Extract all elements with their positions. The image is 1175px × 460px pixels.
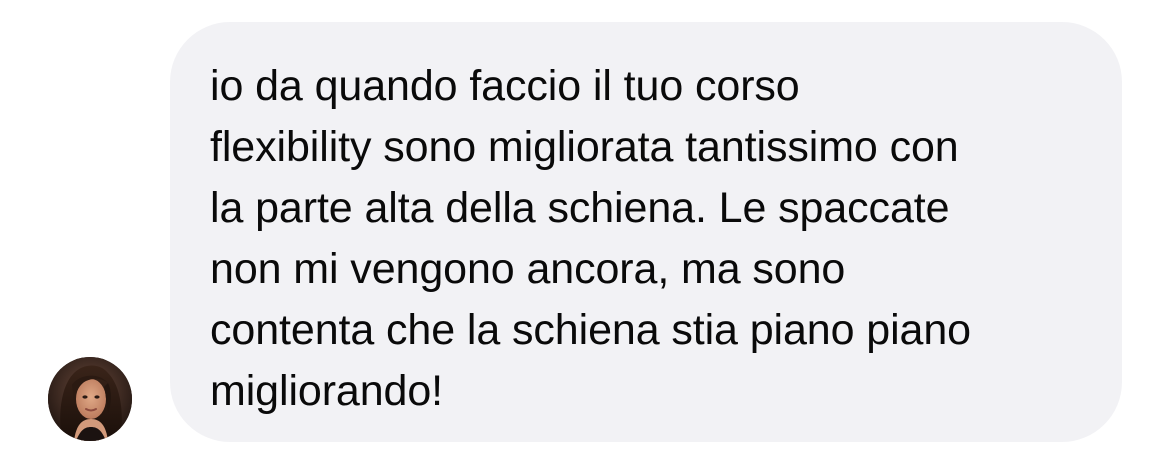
message-text: io da quando faccio il tuo corso flexibi… [210,62,971,415]
message-row: io da quando faccio il tuo corso flexibi… [0,0,1175,460]
message-bubble[interactable]: io da quando faccio il tuo corso flexibi… [170,22,1122,442]
sender-avatar[interactable] [48,357,132,441]
avatar-photo-icon [48,357,132,441]
